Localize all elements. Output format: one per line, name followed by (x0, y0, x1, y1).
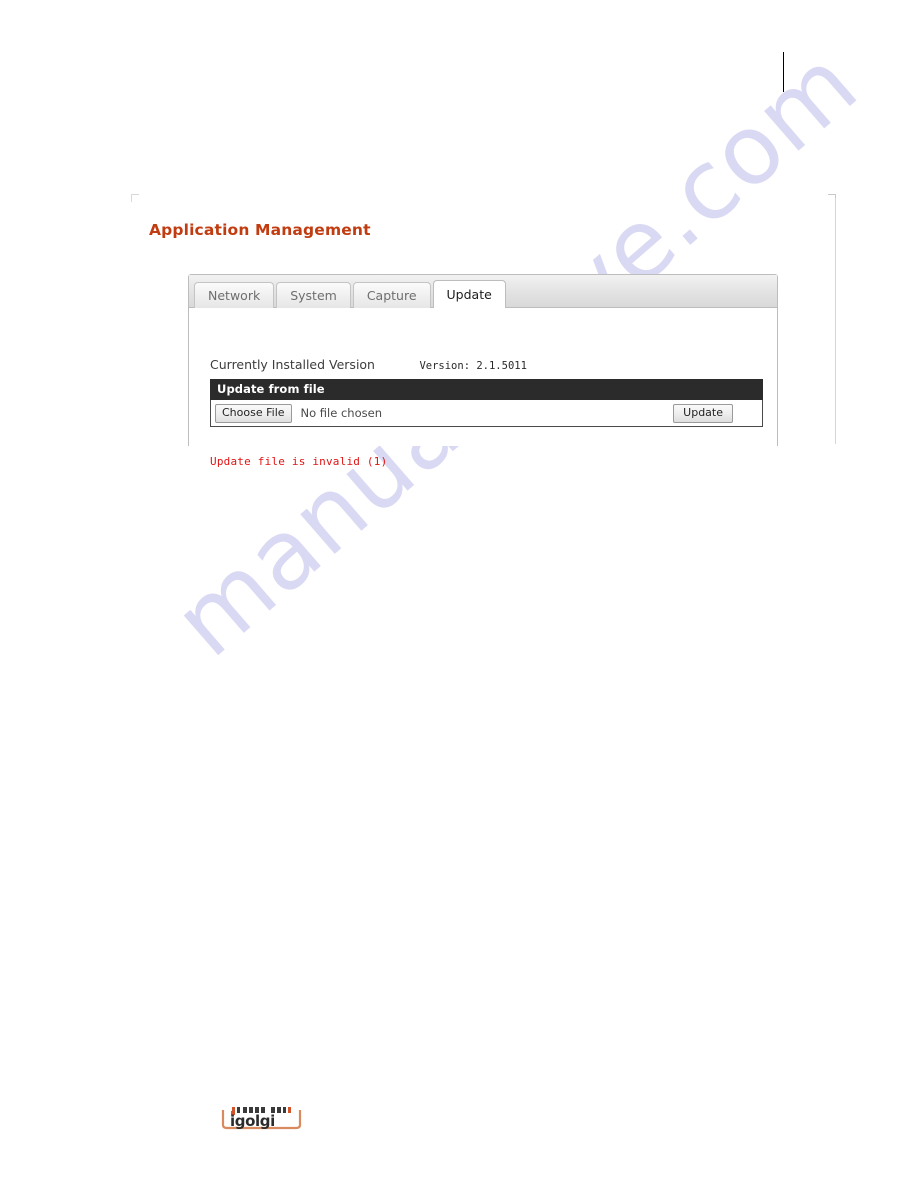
igolgi-logo: igolgi (219, 1103, 304, 1131)
application-management-panel: Network System Capture Update Currently … (188, 274, 778, 468)
panel-body: Currently Installed Version Version: 2.1… (189, 308, 777, 468)
content-area-right-rule (835, 198, 836, 444)
installed-version-value: Version: 2.1.5011 (419, 360, 527, 372)
installed-version-row: Currently Installed Version Version: 2.1… (210, 356, 527, 374)
update-from-file-box: Update from file Choose File No file cho… (210, 379, 763, 427)
logo-wordmark: igolgi (230, 1112, 275, 1130)
tab-update[interactable]: Update (432, 280, 506, 308)
igolgi-logo-svg: igolgi (221, 1107, 302, 1130)
update-from-file-row: Choose File No file chosen Update (210, 400, 763, 427)
tab-network-label: Network (208, 288, 261, 303)
page-edge-rule-top-right (783, 52, 784, 92)
page-sheet: manualshive.com Application Management N… (0, 0, 918, 1188)
update-from-file-header: Update from file (210, 379, 763, 400)
tab-system-label: System (290, 288, 337, 303)
tab-update-label: Update (446, 287, 492, 302)
error-message: Update file is invalid (1) (210, 455, 388, 468)
tab-capture[interactable]: Capture (352, 282, 431, 308)
tab-capture-label: Capture (366, 288, 417, 303)
selected-file-name: No file chosen (300, 406, 382, 420)
installed-version-label: Currently Installed Version (210, 357, 375, 372)
tab-strip: Network System Capture Update (189, 275, 777, 308)
tab-system[interactable]: System (276, 282, 351, 308)
choose-file-button[interactable]: Choose File (215, 403, 292, 423)
page-title: Application Management (149, 221, 371, 239)
logo-dot-10 (288, 1107, 291, 1113)
logo-dot-8 (277, 1107, 281, 1113)
crop-mark-top-left (131, 194, 139, 202)
file-input-group[interactable]: Choose File No file chosen (215, 403, 382, 423)
tab-network[interactable]: Network (194, 282, 275, 308)
logo-dot-9 (283, 1107, 286, 1113)
update-button[interactable]: Update (673, 403, 733, 423)
